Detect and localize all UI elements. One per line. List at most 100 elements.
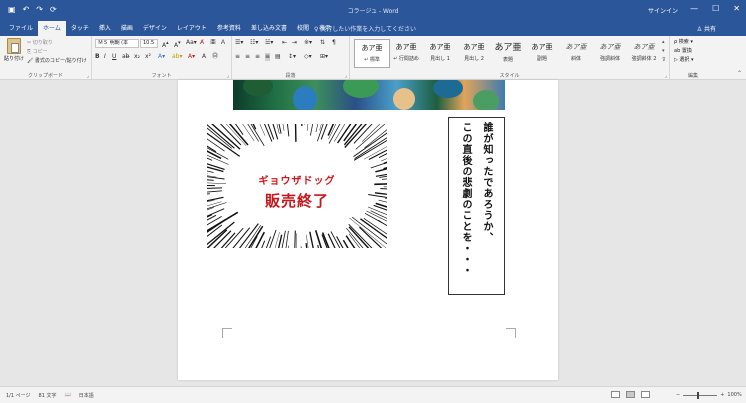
style-item-4[interactable]: あア亜 表題 (490, 39, 526, 68)
tab-7[interactable]: 参考資料 (212, 21, 246, 36)
multilevel-icon[interactable]: ☱▾ (265, 39, 273, 47)
page-count[interactable]: 1/1 ページ (6, 392, 31, 399)
show-marks-icon[interactable]: ¶ (332, 39, 336, 47)
word-count[interactable]: 81 文字 (39, 392, 57, 399)
strikethrough-icon[interactable]: ab̶ (122, 53, 130, 61)
tab-0[interactable]: ファイル (4, 21, 38, 36)
speed-line (348, 223, 373, 248)
char-shading-icon[interactable]: A (202, 53, 206, 61)
close-button[interactable]: ✕ (733, 4, 740, 13)
superscript-icon[interactable]: x² (145, 53, 151, 61)
zoom-slider[interactable] (683, 391, 718, 399)
line-spacing-icon[interactable]: ↕▾ (288, 53, 296, 61)
collage-photo[interactable] (233, 80, 505, 110)
highlight-icon[interactable]: ab▾ (172, 53, 183, 61)
bold-icon[interactable]: B (95, 53, 100, 61)
clipboard-group: 貼り付け ✂ 切り取り ⎘ コピー 🖌 書式のコピー/貼り付け クリップボード … (0, 36, 92, 80)
style-item-3[interactable]: あア亜 見出し 2 (456, 39, 492, 68)
speed-line (255, 231, 265, 248)
tab-2[interactable]: タッチ (66, 21, 94, 36)
font-size-box[interactable]: 10.5 (140, 39, 158, 48)
paste-button[interactable]: 貼り付け (4, 38, 24, 62)
underline-icon[interactable]: U (112, 53, 116, 61)
style-item-5[interactable]: あア亜 副題 (524, 39, 560, 68)
collapse-ribbon-icon[interactable]: ⌃ (737, 70, 742, 77)
document-area[interactable]: ギョウザドッグ 販売終了 誰が知ったであろうか、 この直後の悲劇のことを・・・ (0, 80, 746, 386)
font-color-icon[interactable]: A▾ (188, 53, 195, 61)
styles-scroll-up-icon[interactable]: ▴ (662, 39, 665, 45)
style-item-1[interactable]: あア亜 ↵ 行間詰め (388, 39, 424, 68)
style-item-6[interactable]: あア亜 斜体 (558, 39, 594, 68)
tab-1[interactable]: ホーム (38, 21, 66, 36)
borders-icon[interactable]: ⊞▾ (320, 53, 328, 61)
zoom-level[interactable]: 100% (727, 392, 741, 398)
grow-font-icon[interactable]: A▴ (162, 39, 169, 50)
dialog-launcher-icon[interactable]: ⌟ (87, 73, 89, 79)
styles-scroll-down-icon[interactable]: ▾ (662, 48, 665, 54)
find-button[interactable]: ρ 検索 ▾ (674, 38, 693, 45)
char-border-icon[interactable]: Ａ (220, 39, 226, 47)
minimize-button[interactable]: — (690, 4, 698, 13)
copy-button[interactable]: ⎘ コピー (27, 48, 48, 55)
share-button[interactable]: ♙ 共有 (697, 24, 718, 33)
replace-button[interactable]: ab 置換 (674, 47, 692, 54)
subscript-icon[interactable]: x₂ (134, 53, 140, 61)
font-group-label: フォント (151, 73, 172, 79)
styles-more-icon[interactable]: ⊽ (662, 57, 666, 63)
zoom-slider-thumb[interactable] (697, 391, 700, 399)
style-item-8[interactable]: あア亜 強調斜体 2 (626, 39, 662, 68)
dialog-launcher-icon[interactable]: ⌟ (227, 73, 229, 79)
phonetic-guide-icon[interactable]: 亜 (210, 39, 216, 47)
tab-8[interactable]: 差し込み文書 (246, 21, 292, 36)
read-mode-button[interactable] (611, 391, 620, 398)
enclosed-char-icon[interactable]: ㊐ (212, 53, 218, 61)
tab-4[interactable]: 描画 (116, 21, 138, 36)
align-right-icon[interactable]: ≡ (255, 53, 260, 61)
text-effect-icon[interactable]: A▾ (158, 53, 165, 61)
increase-indent-icon[interactable]: ⇥ (292, 39, 297, 47)
clear-format-icon[interactable]: A̸ (200, 39, 204, 47)
numbering-icon[interactable]: ☷▾ (250, 39, 258, 47)
shading-icon[interactable]: ◇▾ (304, 53, 312, 61)
align-left-icon[interactable]: ≡ (235, 53, 240, 61)
shrink-font-icon[interactable]: A▾ (174, 39, 181, 50)
italic-icon[interactable]: I (104, 53, 106, 61)
style-item-7[interactable]: あア亜 強調斜体 (592, 39, 628, 68)
restore-button[interactable]: ☐ (712, 4, 719, 13)
status-bar: 1/1 ページ 81 文字 📖 日本語 − + 100% (0, 386, 746, 403)
zoom-out-button[interactable]: − (676, 392, 680, 398)
tab-6[interactable]: レイアウト (172, 21, 212, 36)
burst-subtitle: ギョウザドッグ (258, 176, 336, 187)
speed-lines-image[interactable]: ギョウザドッグ 販売終了 (207, 124, 387, 248)
window-title: コラージュ - Word (347, 8, 399, 15)
dialog-launcher-icon[interactable]: ⌟ (345, 73, 347, 79)
signin-link[interactable]: サインイン (648, 6, 678, 15)
distributed-icon[interactable]: ▤ (275, 53, 281, 61)
bullets-icon[interactable]: ☰▾ (235, 39, 243, 47)
align-center-icon[interactable]: ≡ (245, 53, 250, 61)
cut-button[interactable]: ✂ 切り取り (27, 39, 53, 46)
vertical-text-line-1: 誰が知ったであろうか、 (481, 122, 492, 243)
font-name-box[interactable]: ＭＳ 明朝 (本 (95, 39, 139, 48)
style-item-0[interactable]: あア亜 ↵ 標準 (354, 39, 390, 68)
proofing-icon[interactable]: 📖 (65, 392, 71, 399)
tab-5[interactable]: デザイン (138, 21, 172, 36)
zoom-in-button[interactable]: + (720, 392, 724, 398)
document-page[interactable]: ギョウザドッグ 販売終了 誰が知ったであろうか、 この直後の悲劇のことを・・・ (178, 80, 558, 380)
tab-3[interactable]: 挿入 (94, 21, 116, 36)
format-painter-button[interactable]: 🖌 書式のコピー/貼り付け (27, 57, 87, 64)
style-item-2[interactable]: あア亜 見出し 1 (422, 39, 458, 68)
dialog-launcher-icon[interactable]: ⌟ (665, 73, 667, 79)
tab-9[interactable]: 校閲 (292, 21, 314, 36)
sort-icon[interactable]: ⇅ (320, 39, 325, 47)
decrease-indent-icon[interactable]: ⇤ (282, 39, 287, 47)
language-indicator[interactable]: 日本語 (79, 392, 94, 399)
print-layout-button[interactable] (626, 391, 635, 398)
justify-icon[interactable]: ≡ (265, 53, 271, 61)
asian-layout-icon[interactable]: ※▾ (304, 39, 312, 47)
tell-me-search[interactable]: ♀ 実行したい作業を入力してください (314, 24, 416, 33)
web-layout-button[interactable] (641, 391, 650, 398)
change-case-icon[interactable]: Aa▾ (186, 39, 197, 47)
vertical-text-box[interactable]: 誰が知ったであろうか、 この直後の悲劇のことを・・・ (448, 117, 505, 295)
select-button[interactable]: ▷ 選択 ▾ (674, 56, 694, 63)
